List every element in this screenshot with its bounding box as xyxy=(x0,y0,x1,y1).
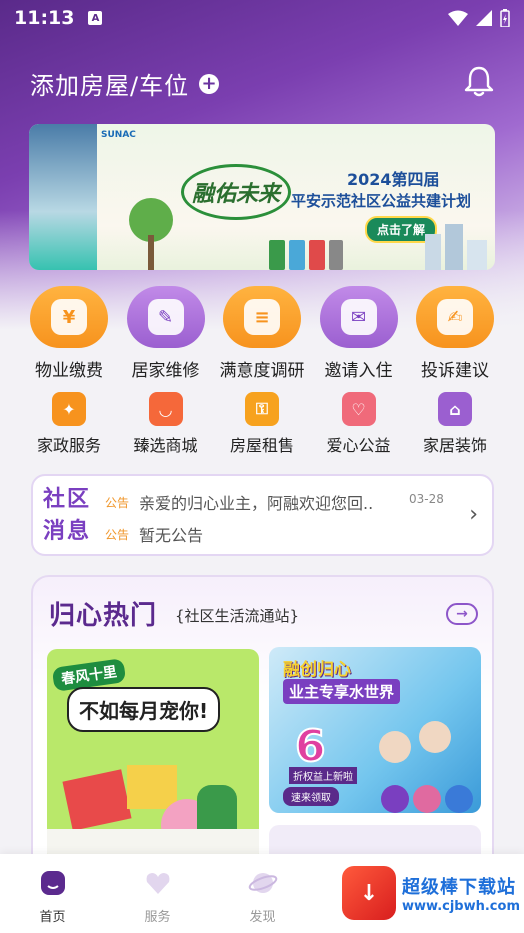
service-label: 爱心公益 xyxy=(326,436,391,455)
survey-icon: ≡ xyxy=(223,286,301,348)
notice-item[interactable]: 公告 亲爱的归心业主，阿融欢迎您回.. xyxy=(105,490,373,514)
promo-banner[interactable]: SUNAC 融佑未来 2024第四届 平安示范社区公益共建计划 点击了解 xyxy=(29,124,495,270)
hot-card-spring[interactable]: 春风十里 不如每月宠你! xyxy=(47,649,259,863)
hot-title: 归心热门 xyxy=(49,601,158,631)
notice-tag: 公告 xyxy=(105,495,130,510)
tab-service[interactable]: 服务 xyxy=(105,854,210,933)
service-label: 邀请入住 xyxy=(324,361,393,381)
watermark-logo: ↓ 超级棒下载站 www.cjbwh.com xyxy=(342,862,524,924)
survey-icon-glyph: ≡ xyxy=(244,299,280,335)
decoration-icon: ⌂ xyxy=(438,392,472,426)
complaint-icon-glyph: ✍ xyxy=(437,299,473,335)
card-cta[interactable]: 速来领取 xyxy=(283,787,339,806)
status-bar: 11:13 A xyxy=(0,0,524,36)
banner-brand-logo: SUNAC xyxy=(101,130,136,140)
add-plus-icon[interactable]: + xyxy=(199,73,220,94)
discover-icon xyxy=(248,873,277,893)
banner-sub-line: 平安示范社区公益共建计划 xyxy=(291,192,472,210)
watermark-text: 超级棒下载站 www.cjbwh.com xyxy=(402,873,520,914)
service-property-fee[interactable]: ¥ 物业缴费 xyxy=(22,286,116,381)
sim-icon: A xyxy=(88,11,103,25)
invite-icon-glyph: ✉ xyxy=(340,299,377,335)
service-home-repair[interactable]: ✎ 居家维修 xyxy=(119,286,213,381)
hot-card-waterpark[interactable]: 融创归心 业主专享水世界 6 折权益上新啦 速来领取 xyxy=(269,647,481,813)
notice-text: 暂无公告 xyxy=(139,526,204,545)
service-complaint[interactable]: ✍ 投诉建议 xyxy=(408,286,502,381)
notice-tag: 公告 xyxy=(105,527,130,542)
service-label: 房屋租售 xyxy=(229,436,294,455)
card-headline: 不如每月宠你! xyxy=(67,687,221,732)
tab-label: 服务 xyxy=(144,910,171,925)
sub-services-row: ✦ 家政服务 ◡ 臻选商城 ⚿ 房屋租售 ♡ 爱心公益 ⌂ 家居装饰 xyxy=(22,392,502,456)
invite-icon: ✉ xyxy=(319,286,398,348)
hot-section: 归心热门 {社区生活流通站} → 春风十里 不如每月宠你! 融创归心 业主专享水… xyxy=(31,575,494,895)
hot-subtitle: {社区生活流通站} xyxy=(175,607,300,625)
service-invite[interactable]: ✉ 邀请入住 xyxy=(312,286,406,381)
banner-year-line: 2024第四届 xyxy=(347,170,440,189)
property-fee-icon: ¥ xyxy=(30,286,108,348)
home-repair-icon-glyph: ✎ xyxy=(147,299,184,335)
tab-home[interactable]: 首页 xyxy=(0,854,105,933)
card-title: 融创归心 xyxy=(283,660,351,680)
service-label: 家政服务 xyxy=(36,436,101,455)
status-time: 11:13 xyxy=(14,7,75,29)
service-label: 投诉建议 xyxy=(421,361,489,381)
download-site-icon: ↓ xyxy=(342,866,396,920)
tree-illustration-icon xyxy=(129,198,173,270)
bins-illustration-icon xyxy=(269,240,343,270)
service-label: 物业缴费 xyxy=(35,361,103,381)
notice-text: 亲爱的归心业主，阿融欢迎您回.. xyxy=(139,494,374,513)
service-label: 满意度调研 xyxy=(219,361,305,381)
mall-icon: ◡ xyxy=(148,392,183,426)
arrow-right-icon[interactable]: → xyxy=(446,603,478,625)
gift-illustration-icon xyxy=(47,765,259,863)
home-repair-icon: ✎ xyxy=(126,286,205,348)
card-big-number: 6 xyxy=(294,720,327,773)
chevron-right-icon[interactable]: › xyxy=(469,502,478,527)
watermark-title: 超级棒下载站 xyxy=(402,876,516,898)
home-icon xyxy=(40,871,65,895)
housekeeping-icon: ✦ xyxy=(52,392,86,426)
service-mall[interactable]: ◡ 臻选商城 xyxy=(119,392,213,456)
tab-label: 发现 xyxy=(249,910,276,925)
service-rent-sale[interactable]: ⚿ 房屋租售 xyxy=(215,392,309,456)
battery-icon xyxy=(500,9,510,27)
service-survey[interactable]: ≡ 满意度调研 xyxy=(215,286,309,381)
banner-photo xyxy=(29,124,97,270)
rent-sale-icon: ⚿ xyxy=(245,392,279,426)
banner-slogan: 融佑未来 xyxy=(181,164,291,220)
add-house-title[interactable]: 添加房屋/车位 xyxy=(30,66,189,101)
service-icon xyxy=(146,873,169,894)
notice-item[interactable]: 公告 暂无公告 xyxy=(105,522,203,546)
add-house-header[interactable]: 添加房屋/车位 + xyxy=(30,66,220,101)
card-title-2: 业主专享水世界 xyxy=(283,679,401,704)
signal-icon xyxy=(476,10,492,26)
watermark-url: www.cjbwh.com xyxy=(402,898,520,914)
status-indicators xyxy=(448,9,510,27)
service-label: 臻选商城 xyxy=(133,436,198,455)
service-housekeeping[interactable]: ✦ 家政服务 xyxy=(22,392,116,456)
property-fee-icon-glyph: ¥ xyxy=(51,299,87,335)
bell-icon[interactable] xyxy=(462,64,496,98)
tab-discover[interactable]: 发现 xyxy=(210,854,315,933)
notice-title: 社区消息 xyxy=(43,487,92,544)
service-charity[interactable]: ♡ 爱心公益 xyxy=(312,392,406,456)
community-notice-card[interactable]: 社区消息 公告 亲爱的归心业主，阿融欢迎您回.. 03-28 公告 暂无公告 › xyxy=(31,474,494,556)
tab-label: 首页 xyxy=(39,910,66,925)
charity-icon: ♡ xyxy=(341,392,376,426)
pool-illustration-icon xyxy=(379,721,473,813)
service-label: 居家维修 xyxy=(131,361,200,381)
card-sub: 折权益上新啦 xyxy=(289,767,357,784)
service-label: 家居装饰 xyxy=(422,436,487,455)
service-decoration[interactable]: ⌂ 家居装饰 xyxy=(408,392,502,456)
main-services-row: ¥ 物业缴费 ✎ 居家维修 ≡ 满意度调研 ✉ 邀请入住 ✍ 投诉建议 xyxy=(22,286,502,381)
city-illustration-icon xyxy=(425,224,487,270)
notice-date: 03-28 xyxy=(409,492,444,506)
wifi-icon xyxy=(448,10,468,26)
complaint-icon: ✍ xyxy=(416,286,494,348)
